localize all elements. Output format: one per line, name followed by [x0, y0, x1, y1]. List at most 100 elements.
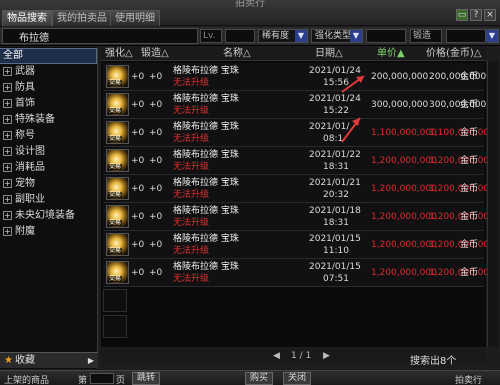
close-bottom-button[interactable]: 关闭: [283, 372, 312, 385]
buy-button[interactable]: 购买: [245, 372, 274, 385]
forge-value: +0: [149, 212, 163, 222]
chevron-down-icon: ▼: [486, 30, 498, 42]
col-unit-price[interactable]: 单价▲: [377, 47, 405, 61]
unit-price: 1,200,000,000: [371, 156, 437, 166]
table-row[interactable]: 交易 +0 +0 格陵布拉德 宝珠 无法升级 2021/01/24 15:22 300,000…: [103, 91, 486, 119]
expand-icon[interactable]: +: [3, 130, 12, 140]
col-forge[interactable]: 锻造△: [141, 47, 169, 61]
trade-badge: 交易: [108, 79, 123, 86]
expand-icon[interactable]: +: [3, 226, 12, 236]
upgrade-status: 无法升级: [173, 274, 210, 284]
expand-icon[interactable]: +: [3, 146, 12, 156]
listing-time: 11:10: [323, 246, 349, 256]
tab-my-auction[interactable]: 我的拍卖品: [52, 10, 112, 26]
prev-page-icon[interactable]: ◀: [273, 351, 280, 361]
expand-icon[interactable]: +: [3, 162, 12, 172]
expand-icon[interactable]: +: [3, 66, 12, 76]
orb-item-icon: 交易: [106, 261, 129, 284]
next-page-icon[interactable]: ▶: [323, 351, 330, 361]
col-total-price[interactable]: 价格(金币)△: [426, 47, 482, 61]
expand-icon[interactable]: +: [3, 178, 12, 188]
col-enhance[interactable]: 强化△: [105, 47, 133, 61]
currency-label: 金币: [460, 240, 479, 250]
sidebar-item-consumable[interactable]: + 消耗品: [0, 161, 96, 175]
tab-usage-details[interactable]: 使用明细: [110, 10, 160, 26]
item-name: 格陵布拉德 宝珠: [173, 234, 239, 244]
sidebar-item-jewelry[interactable]: + 首饰: [0, 97, 96, 111]
expand-icon[interactable]: +: [3, 194, 12, 204]
upgrade-status: 无法升级: [173, 106, 210, 116]
expand-icon[interactable]: +: [3, 114, 12, 124]
enhance-value: +0: [131, 72, 145, 82]
chevron-right-icon: ▶: [87, 356, 94, 365]
sidebar-item-illusion[interactable]: + 未央幻境装备: [0, 209, 96, 223]
enhance-value: +0: [131, 212, 145, 222]
orb-item-icon: 交易: [106, 233, 129, 256]
table-row[interactable]: 交易 +0 +0 格陵布拉德 宝珠 无法升级 2021/01/24 15:56 200,000…: [103, 63, 486, 91]
listing-date: 2021/01/15: [309, 234, 361, 244]
sidebar-item-all[interactable]: 全部: [0, 48, 97, 64]
trade-badge: 交易: [108, 135, 123, 142]
empty-slot: [103, 315, 127, 338]
listed-items-label: 上架的商品: [4, 376, 50, 385]
results-count: 搜索出8个: [410, 356, 457, 367]
level-min-input[interactable]: Lv.: [200, 29, 222, 43]
bottom-bar: 上架的商品 第 页 跳转 购买 关闭 拍卖行: [0, 370, 500, 385]
auction-house-label: 拍卖行: [455, 376, 483, 385]
empty-slot: [103, 289, 127, 312]
page-suffix: 页: [116, 376, 126, 385]
sidebar-item-enchant[interactable]: + 附魔: [0, 225, 96, 239]
enhance-type-value: 强化类型: [315, 31, 352, 41]
sidebar-item-special[interactable]: + 特殊装备: [0, 113, 96, 127]
forge-value: +0: [149, 100, 163, 110]
sidebar-item-armor[interactable]: + 防具: [0, 81, 96, 95]
expand-icon[interactable]: +: [3, 98, 12, 108]
upgrade-status: 无法升级: [173, 218, 210, 228]
level-max-input[interactable]: [225, 29, 255, 43]
scrollbar[interactable]: [487, 61, 498, 347]
close-button[interactable]: ×: [484, 9, 496, 21]
help-button[interactable]: ?: [470, 9, 482, 21]
tab-item-search[interactable]: 物品搜索: [2, 10, 52, 26]
enhance-value-input[interactable]: [366, 29, 406, 43]
favorites-bar[interactable]: ★ 收藏 ▶: [0, 352, 98, 368]
search-input[interactable]: [2, 28, 198, 44]
expand-icon[interactable]: +: [3, 210, 12, 220]
item-name: 格陵布拉德 宝珠: [173, 178, 239, 188]
sidebar-item-title[interactable]: + 称号: [0, 129, 96, 143]
currency-label: 金币: [460, 128, 479, 138]
upgrade-status: 无法升级: [173, 246, 210, 256]
rarity-select[interactable]: 稀有度 ▼: [258, 29, 308, 43]
col-name[interactable]: 名称△: [223, 47, 251, 61]
sidebar-item-pet[interactable]: + 宠物: [0, 177, 96, 191]
jump-button[interactable]: 跳转: [132, 372, 161, 385]
sidebar-item-blueprint[interactable]: + 设计图: [0, 145, 96, 159]
item-name: 格陵布拉德 宝珠: [173, 94, 239, 104]
table-row[interactable]: 交易 +0 +0 格陵布拉德 宝珠 无法升级 2021/01/15 11:10 1,200,0…: [103, 231, 495, 259]
currency-label: 金币: [460, 100, 479, 110]
window-title: 拍卖行: [235, 0, 265, 9]
table-row[interactable]: 交易 +0 +0 格陵布拉德 宝珠 无法升级 2021/01/21 20:32 1,200,0…: [103, 175, 495, 203]
sidebar-item-weapon[interactable]: + 武器: [0, 65, 96, 79]
item-name: 格陵布拉德 宝珠: [173, 122, 239, 132]
table-row[interactable]: 交易 +0 +0 格陵布拉德 宝珠 无法升级 2021/01/22 18:31 1,200,0…: [103, 147, 495, 175]
expand-icon[interactable]: +: [3, 82, 12, 92]
unit-price: 1,200,000,000: [371, 240, 437, 250]
enhance-type-select[interactable]: 强化类型 ▼: [311, 29, 363, 43]
enhance-value: +0: [131, 128, 145, 138]
table-row[interactable]: 交易 +0 +0 格陵布拉德 宝珠 无法升级 2021/01/15 07:51 1,200,0…: [103, 259, 495, 287]
listing-date: 2021/01/22: [309, 150, 361, 160]
forge-input[interactable]: 锻造: [410, 29, 442, 43]
orb-item-icon: 交易: [106, 149, 129, 172]
col-date[interactable]: 日期△: [315, 47, 343, 61]
sidebar-item-subclass[interactable]: + 副职业: [0, 193, 96, 207]
orb-item-icon: 交易: [106, 177, 129, 200]
table-row[interactable]: 交易 +0 +0 格陵布拉德 宝珠 无法升级 2021/01/08:1 1,100,000,…: [103, 119, 495, 147]
item-name: 格陵布拉德 宝珠: [173, 150, 239, 160]
minimize-button[interactable]: ▭: [456, 9, 468, 21]
forge-value: +0: [149, 156, 163, 166]
filter-dropdown[interactable]: ▼: [486, 29, 499, 43]
table-row[interactable]: 交易 +0 +0 格陵布拉德 宝珠 无法升级 2021/01/18 18:31 1,200,0…: [103, 203, 495, 231]
page-input[interactable]: [90, 373, 114, 384]
forge-value-input[interactable]: [446, 29, 486, 43]
